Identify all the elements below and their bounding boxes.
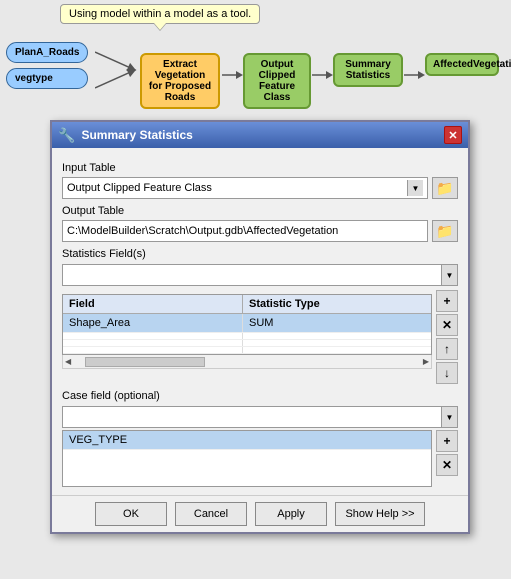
table-row[interactable] <box>63 340 431 347</box>
dialog-titlebar: 🔧 Summary Statistics ✕ <box>52 122 468 148</box>
table-row[interactable] <box>63 347 431 354</box>
tooltip-bubble: Using model within a model as a tool. <box>60 4 260 24</box>
field-cell <box>63 340 243 346</box>
case-remove-button[interactable]: ✕ <box>436 454 458 476</box>
tooltip-text: Using model within a model as a tool. <box>69 8 251 20</box>
field-cell: Shape_Area <box>63 314 243 332</box>
output-table-label: Output Table <box>62 205 458 217</box>
dialog-title: Summary Statistics <box>81 128 192 142</box>
move-down-button[interactable]: ↓ <box>436 362 458 384</box>
field-column-header: Field <box>63 295 243 313</box>
case-table-section: VEG_TYPE + ✕ <box>62 430 458 487</box>
statistics-table-wrapper: Field Statistic Type Shape_Area SUM <box>62 290 432 369</box>
combo-arrow-icon[interactable]: ▼ <box>407 180 423 196</box>
dialog-body: Input Table Output Clipped Feature Class… <box>52 148 468 495</box>
input-table-label: Input Table <box>62 162 458 174</box>
case-row[interactable]: VEG_TYPE <box>63 431 431 450</box>
node-vegtype[interactable]: vegtype <box>6 68 88 89</box>
stat-cell <box>243 340 431 346</box>
arrow2 <box>312 68 334 82</box>
input-table-combo[interactable]: Output Clipped Feature Class ▼ <box>62 177 428 199</box>
table-side-buttons: + ✕ ↑ ↓ <box>436 290 458 384</box>
stats-field-dropdown[interactable]: ▼ <box>62 264 458 286</box>
statistics-table-section: Field Statistic Type Shape_Area SUM <box>62 290 458 384</box>
stats-dropdown-row: ▼ <box>62 264 458 286</box>
output-table-browse[interactable]: 📁 <box>432 220 458 242</box>
summary-statistics-dialog: 🔧 Summary Statistics ✕ Input Table Outpu… <box>50 120 470 534</box>
close-button[interactable]: ✕ <box>444 126 462 144</box>
field-cell <box>63 347 243 353</box>
diagram-area: Using model within a model as a tool. Pl… <box>0 0 511 140</box>
dialog-icon: 🔧 <box>58 127 75 144</box>
stat-cell <box>243 347 431 353</box>
remove-row-button[interactable]: ✕ <box>436 314 458 336</box>
node-plana-roads[interactable]: PlanA_Roads <box>6 42 88 63</box>
arrow3 <box>404 68 426 82</box>
case-add-button[interactable]: + <box>436 430 458 452</box>
dialog-footer: OK Cancel Apply Show Help >> <box>52 495 468 532</box>
output-table-input[interactable] <box>62 220 428 242</box>
case-empty-row <box>63 450 431 468</box>
scrollbar-thumb[interactable] <box>85 357 205 367</box>
cancel-button[interactable]: Cancel <box>175 502 247 526</box>
statistics-table[interactable]: Field Statistic Type Shape_Area SUM <box>62 294 432 355</box>
case-table[interactable]: VEG_TYPE <box>62 430 432 487</box>
stats-dropdown-arrow-icon[interactable]: ▼ <box>441 265 457 285</box>
case-dropdown-row: ▼ <box>62 406 458 428</box>
add-row-button[interactable]: + <box>436 290 458 312</box>
arrow1 <box>222 68 244 82</box>
field-cell <box>63 333 243 339</box>
arrows-in <box>95 40 145 100</box>
apply-button[interactable]: Apply <box>255 502 327 526</box>
show-help-button[interactable]: Show Help >> <box>335 502 425 526</box>
case-dropdown-arrow-icon[interactable]: ▼ <box>441 407 457 427</box>
node-summary[interactable]: Summary Statistics <box>333 53 403 87</box>
move-up-button[interactable]: ↑ <box>436 338 458 360</box>
stat-cell <box>243 333 431 339</box>
input-table-browse[interactable]: 📁 <box>432 177 458 199</box>
case-field-section: Case field (optional) ▼ VEG_TYPE + <box>62 390 458 487</box>
output-table-row: 📁 <box>62 220 458 242</box>
scroll-left-icon[interactable]: ◀ <box>65 357 71 366</box>
table-row[interactable]: Shape_Area SUM <box>63 314 431 333</box>
input-table-value: Output Clipped Feature Class <box>67 182 407 194</box>
stattype-column-header: Statistic Type <box>243 295 431 313</box>
scroll-right-icon[interactable]: ▶ <box>423 357 429 366</box>
case-field-dropdown[interactable]: ▼ <box>62 406 458 428</box>
table-header: Field Statistic Type <box>63 295 431 314</box>
node-output-clipped[interactable]: Output Clipped Feature Class <box>243 53 311 109</box>
table-row[interactable] <box>63 333 431 340</box>
ok-button[interactable]: OK <box>95 502 167 526</box>
case-field-label: Case field (optional) <box>62 390 458 402</box>
stat-cell: SUM <box>243 314 431 332</box>
horizontal-scrollbar[interactable]: ◀ ▶ <box>62 355 432 369</box>
case-side-buttons: + ✕ <box>436 430 458 476</box>
node-affected[interactable]: AffectedVegetation <box>425 53 499 76</box>
case-empty-row <box>63 468 431 486</box>
statistics-fields-label: Statistics Field(s) <box>62 248 458 260</box>
dialog-titlebar-left: 🔧 Summary Statistics <box>58 127 193 144</box>
input-table-row: Output Clipped Feature Class ▼ 📁 <box>62 177 458 199</box>
node-extract[interactable]: Extract Vegetation for Proposed Roads <box>140 53 220 109</box>
